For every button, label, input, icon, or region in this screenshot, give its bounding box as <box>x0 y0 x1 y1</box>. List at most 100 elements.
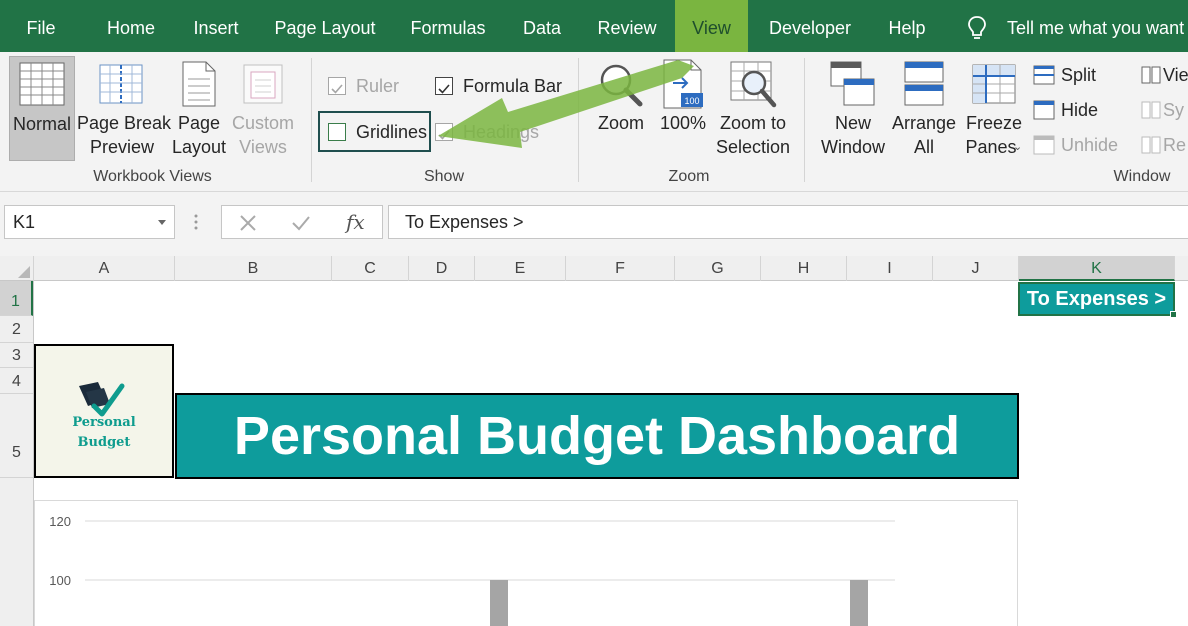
group-label-workbook-views: Workbook Views <box>93 168 212 185</box>
chart-bar[interactable] <box>490 580 508 626</box>
tab-insert[interactable]: Insert <box>180 0 252 52</box>
column-header-i[interactable]: I <box>847 256 933 281</box>
y-tick-label: 100 <box>49 573 71 588</box>
annotation-arrow-icon <box>438 60 694 148</box>
chart-bar[interactable] <box>850 580 868 626</box>
page-break-label-1: Page Break <box>77 113 172 133</box>
new-window-button[interactable]: New Window <box>816 56 890 161</box>
column-header-d[interactable]: D <box>409 256 475 281</box>
column-header-e[interactable]: E <box>475 256 566 281</box>
arrange-all-button[interactable]: Arrange All <box>889 56 959 161</box>
formula-input[interactable]: To Expenses > <box>388 205 1188 239</box>
ribbon: Normal Page Break Preview Page Layout Cu… <box>0 52 1188 192</box>
custom-views-label-1: Custom <box>231 113 294 133</box>
fill-handle[interactable] <box>1170 311 1177 318</box>
column-header-b[interactable]: B <box>175 256 332 281</box>
freeze-panes-icon <box>972 64 1016 104</box>
arrange-label-1: Arrange <box>891 113 957 133</box>
split-button[interactable]: Split <box>1033 62 1123 88</box>
lightbulb-icon <box>968 16 986 39</box>
gridlines-checkbox[interactable]: Gridlines <box>328 119 428 145</box>
hide-button[interactable]: Hide <box>1033 97 1123 123</box>
tab-page-layout[interactable]: Page Layout <box>262 0 388 52</box>
column-header-j[interactable]: J <box>933 256 1019 281</box>
side-by-side-icon <box>1141 66 1161 84</box>
tab-file[interactable]: File <box>0 0 82 52</box>
split-label: Split <box>1061 65 1097 85</box>
formula-bar-grip-icon[interactable] <box>192 213 200 231</box>
row-header-3[interactable]: 3 <box>0 343 33 368</box>
logo-line-1: Personal <box>72 415 136 430</box>
freeze-label-2: Panes <box>965 137 1017 157</box>
logo-line-2: Budget <box>77 435 131 450</box>
tab-data[interactable]: Data <box>508 0 576 52</box>
group-separator <box>311 58 312 182</box>
enter-check-icon[interactable] <box>290 213 312 233</box>
tab-review[interactable]: Review <box>586 0 668 52</box>
insert-function-icon[interactable]: fx <box>346 210 365 234</box>
row-header-2[interactable]: 2 <box>0 316 33 343</box>
checkmark-icon <box>331 84 343 94</box>
row-headers: 1 2 3 4 5 <box>0 281 34 626</box>
select-all-button[interactable] <box>0 256 34 281</box>
hide-icon <box>1033 100 1055 120</box>
group-label-show: Show <box>423 168 465 185</box>
arrange-all-icon <box>904 61 944 106</box>
view-side-by-side-button[interactable]: Vie <box>1141 62 1188 88</box>
custom-views-label-2: Views <box>239 137 287 157</box>
synchronous-scrolling-button[interactable]: Sy <box>1141 97 1188 123</box>
tab-developer[interactable]: Developer <box>756 0 864 52</box>
column-header-c[interactable]: C <box>332 256 409 281</box>
normal-view-button[interactable]: Normal <box>9 56 75 161</box>
column-header-f[interactable]: F <box>566 256 675 281</box>
tab-home[interactable]: Home <box>92 0 170 52</box>
row-header-4[interactable]: 4 <box>0 368 33 394</box>
page-layout-label-2: Layout <box>171 137 227 157</box>
logo: Personal Budget <box>34 344 174 478</box>
menu-bar: File Home Insert Page Layout Formulas Da… <box>0 0 1188 52</box>
zoom-selection-label-2: Selection <box>715 137 791 157</box>
page-break-label-2: Preview <box>89 137 155 157</box>
row-header-1[interactable]: 1 <box>0 281 33 316</box>
column-header-g[interactable]: G <box>675 256 761 281</box>
page-break-icon <box>99 64 143 104</box>
gridlines-check-box[interactable] <box>328 123 346 141</box>
name-box[interactable]: K1 <box>4 205 175 239</box>
to-expenses-link[interactable]: To Expenses > <box>1018 282 1175 316</box>
cancel-icon[interactable] <box>238 213 258 233</box>
normal-view-icon <box>19 62 65 106</box>
name-box-value: K1 <box>13 212 36 232</box>
tell-me-search[interactable]: Tell me what you want <box>1007 0 1184 52</box>
gridlines-label: Gridlines <box>356 122 428 142</box>
page-layout-icon <box>182 61 216 107</box>
normal-view-label: Normal <box>12 114 71 134</box>
freeze-panes-button[interactable]: Freeze Panes ⌄ <box>961 56 1027 161</box>
ruler-checkbox[interactable]: Ruler <box>328 73 428 99</box>
dashboard-title: Personal Budget Dashboard <box>233 406 961 466</box>
hide-label: Hide <box>1061 100 1099 120</box>
tab-view[interactable]: View <box>675 0 748 52</box>
column-header-a[interactable]: A <box>34 256 175 281</box>
column-header-k[interactable]: K <box>1019 256 1175 281</box>
tab-help[interactable]: Help <box>874 0 940 52</box>
page-break-preview-button[interactable]: Page Break Preview <box>77 56 172 161</box>
chart-area[interactable]: 120 100 <box>34 500 1018 626</box>
ruler-check-box[interactable] <box>328 77 346 95</box>
sync-label: Sy <box>1163 100 1185 120</box>
formula-bar: K1 fx To Expenses > <box>0 192 1188 256</box>
page-layout-label-1: Page <box>177 113 221 133</box>
formula-buttons: fx <box>221 205 383 239</box>
column-headers: A B C D E F G H I J K <box>0 256 1188 281</box>
reset-window-position-button[interactable]: Re <box>1141 132 1188 158</box>
group-label-zoom: Zoom <box>668 168 710 185</box>
page-layout-view-button[interactable]: Page Layout <box>170 56 228 161</box>
chevron-down-icon[interactable] <box>158 220 166 225</box>
dashboard-title-banner: Personal Budget Dashboard <box>175 393 1019 479</box>
column-header-h[interactable]: H <box>761 256 847 281</box>
zoom-to-selection-button[interactable]: Zoom to Selection <box>714 56 792 161</box>
unhide-button[interactable]: Unhide <box>1033 132 1123 158</box>
tab-formulas[interactable]: Formulas <box>398 0 498 52</box>
custom-views-button[interactable]: Custom Views <box>230 56 296 161</box>
arrange-label-2: All <box>913 137 934 157</box>
row-header-5[interactable]: 5 <box>0 394 33 478</box>
